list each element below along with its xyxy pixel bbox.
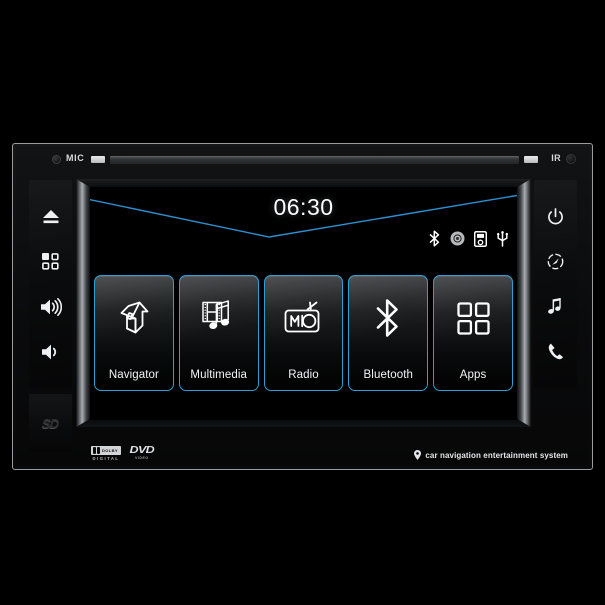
tile-label: Bluetooth: [363, 369, 414, 381]
map-pin-icon: [414, 450, 422, 460]
tile-label: Apps: [459, 369, 487, 381]
lcd-screen[interactable]: 06:30 Navigator Multimedia Radio Bluetoo…: [87, 187, 520, 420]
screen-bezel-left: [76, 179, 90, 427]
ir-label: IR: [551, 153, 561, 163]
app-tile-row: Navigator Multimedia Radio Bluetooth App…: [94, 275, 513, 391]
apps-button[interactable]: [36, 247, 66, 277]
tile-apps[interactable]: Apps: [433, 275, 513, 391]
left-button-panel: [29, 180, 72, 388]
mic-label: MIC: [66, 153, 85, 163]
music-note-icon: [548, 298, 561, 314]
dvd-wordmark: DVD: [129, 445, 155, 457]
volume-down-button[interactable]: [36, 337, 66, 367]
grid-apps-icon: [42, 253, 59, 270]
dvd-video-sub: VIDEO: [134, 456, 149, 461]
eject-icon: [42, 209, 59, 223]
disc-slot-left-end: [91, 156, 105, 163]
navigation-button[interactable]: [541, 247, 571, 277]
disc-slot[interactable]: [110, 156, 519, 164]
ir-sensor-icon: [566, 154, 576, 164]
tile-label: Navigator: [108, 369, 159, 381]
car-head-unit: MIC IR SD 06:30 Navigator Multimedia Rad…: [12, 143, 593, 470]
dolby-double-d-icon: [93, 447, 100, 454]
signpost-arrow-icon: [95, 296, 173, 340]
disc-icon: [450, 231, 465, 246]
ipod-icon: [474, 230, 487, 247]
volume-up-button[interactable]: [36, 292, 66, 322]
grid-apps-icon: [434, 296, 512, 340]
tile-radio[interactable]: Radio: [263, 275, 344, 391]
film-music-icon: [180, 296, 258, 340]
bluetooth-icon: [349, 296, 427, 340]
tile-bluetooth[interactable]: Bluetooth: [348, 275, 429, 391]
display-assembly: 06:30 Navigator Multimedia Radio Bluetoo…: [76, 179, 531, 427]
phone-icon: [548, 343, 563, 360]
music-button[interactable]: [541, 292, 571, 322]
eject-button[interactable]: [36, 202, 66, 232]
power-button[interactable]: [541, 202, 571, 232]
tagline-text: car navigation entertainment system: [425, 450, 568, 460]
volume-up-icon: [40, 297, 62, 316]
sd-logo: SD: [41, 415, 60, 431]
dolby-mark: DOLBY: [91, 446, 121, 455]
compass-icon: [547, 253, 564, 270]
tile-navigator[interactable]: Navigator: [94, 275, 174, 391]
volume-down-icon: [41, 344, 56, 359]
screenshot-canvas: MIC IR SD 06:30 Navigator Multimedia Rad…: [0, 0, 605, 605]
usb-icon: [496, 230, 509, 247]
tile-multimedia[interactable]: Multimedia: [178, 275, 259, 391]
dvd-video-logo: DVD VIDEO: [129, 445, 155, 461]
screen-bezel-right: [517, 179, 531, 427]
power-icon: [548, 207, 563, 224]
tile-label: Multimedia: [190, 369, 247, 381]
phone-button[interactable]: [541, 337, 571, 367]
dolby-digital-logo: DOLBY DIGITAL: [91, 446, 121, 461]
mic-icon: [52, 155, 61, 164]
dolby-wordmark: DOLBY: [101, 448, 119, 453]
radio-icon: [265, 296, 343, 340]
device-tagline: car navigation entertainment system: [414, 450, 568, 460]
screen-bezel-bottom: [76, 420, 531, 427]
screen-bezel-top: [76, 179, 531, 187]
dolby-digital-sub: DIGITAL: [92, 456, 120, 461]
right-button-panel: [534, 180, 577, 388]
tile-label: Radio: [288, 369, 319, 381]
top-bezel: MIC IR: [13, 144, 592, 178]
clock-display: 06:30: [273, 194, 334, 220]
disc-slot-right-end: [524, 156, 538, 163]
status-icon-tray: [428, 230, 509, 247]
sd-card-slot[interactable]: SD: [29, 394, 72, 452]
bluetooth-icon: [428, 230, 441, 247]
format-logos: DOLBY DIGITAL DVD VIDEO: [91, 445, 155, 461]
